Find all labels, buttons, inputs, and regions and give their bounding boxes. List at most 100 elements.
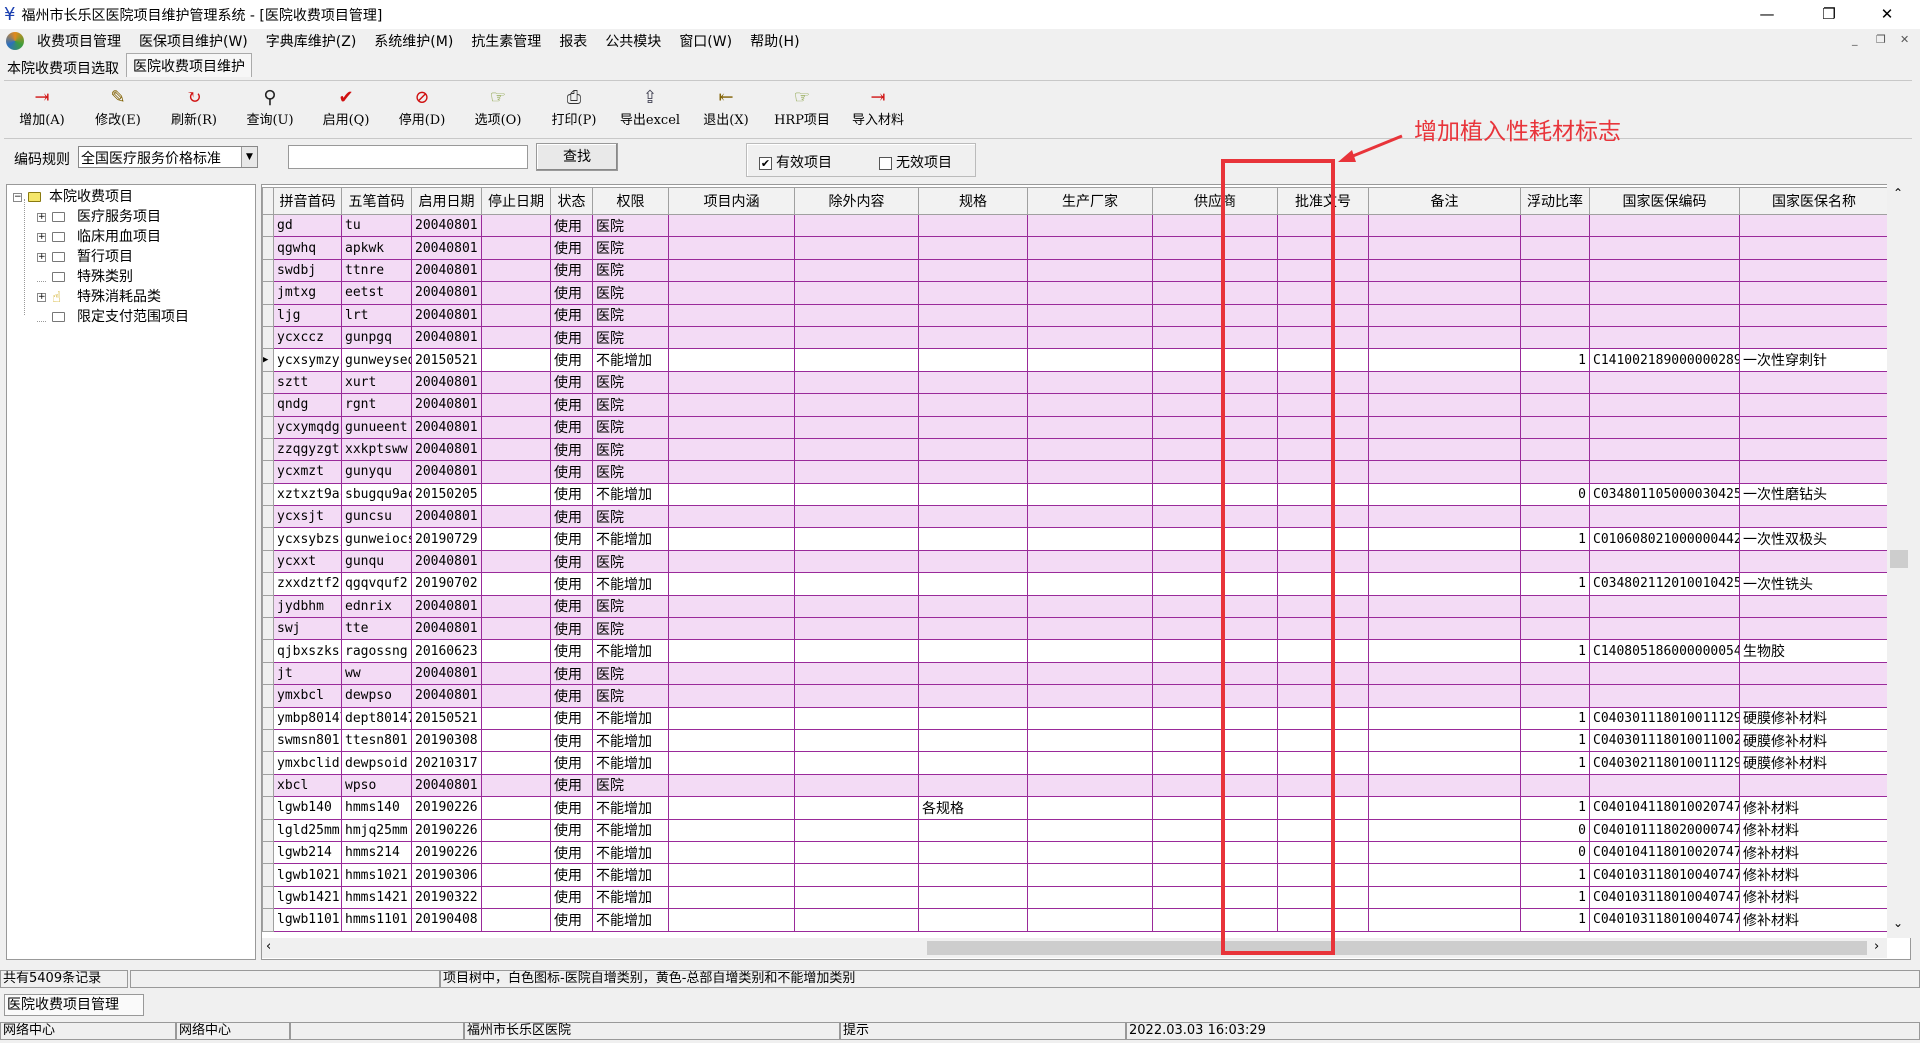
cell-5[interactable]: 不能增加 [592,482,669,507]
tree-node[interactable]: + 临床用血项目 [37,227,161,247]
cell-9[interactable] [1027,549,1153,574]
cell-8[interactable] [918,549,1028,574]
cell-8[interactable] [918,527,1028,551]
cell-0[interactable]: ymxbclid [273,751,342,775]
table-row[interactable]: ycxymqdg gunueent 20040801 使用 医院 [262,415,1889,439]
cell-6[interactable] [668,415,795,439]
toolbar-button-8[interactable]: ⇪ 导出excel [612,81,688,134]
cell-12[interactable] [1368,639,1521,663]
cell-1[interactable]: tte [341,617,412,641]
cell-4[interactable]: 使用 [550,728,593,753]
cell-7[interactable] [794,281,919,305]
cell-12[interactable] [1368,460,1521,484]
cell-15[interactable]: 修补材料 [1739,818,1889,842]
cell-15[interactable]: 一次性磨钻头 [1739,482,1889,507]
cell-4[interactable]: 使用 [550,572,593,596]
cell-7[interactable] [794,661,919,686]
cell-15[interactable] [1739,773,1889,798]
table-row[interactable]: jt ww 20040801 使用 医院 [262,661,1889,686]
cell-1[interactable]: hmms1101 [341,908,412,932]
toolbar-button-0[interactable]: ⇥ 增加(A) [4,81,80,134]
cell-3[interactable] [481,415,551,439]
cell-7[interactable] [794,527,919,551]
cell-13[interactable] [1520,437,1590,462]
cell-1[interactable]: gunpgq [341,325,412,350]
cell-13[interactable] [1520,415,1590,439]
cell-2[interactable]: 20040801 [411,505,482,529]
cell-14[interactable]: C04010111802000074790 [1589,818,1740,842]
cell-8[interactable] [918,415,1028,439]
cell-6[interactable] [668,639,795,663]
cell-12[interactable] [1368,684,1521,708]
cell-13[interactable] [1520,213,1590,238]
cell-8[interactable] [918,617,1028,641]
cell-0[interactable]: sztt [273,370,342,395]
cell-1[interactable]: ragossng [341,639,412,663]
horizontal-scrollbar[interactable]: ‹ › [262,938,1887,958]
row-header[interactable] [262,258,274,283]
cell-12[interactable] [1368,706,1521,730]
cell-8[interactable] [918,684,1028,708]
table-row[interactable]: ycxsjt guncsu 20040801 使用 医院 [262,505,1889,529]
cell-8[interactable] [918,505,1028,529]
table-row[interactable]: ycxmzt gunyqu 20040801 使用 医院 [262,460,1889,484]
cell-9[interactable] [1027,236,1153,260]
table-row[interactable]: lgwb214 hmms214 20190226 使用 不能增加 0 C0401041180… [262,840,1889,865]
cell-14[interactable]: C04010311801004074790 [1589,908,1740,932]
cell-9[interactable] [1027,213,1153,238]
cell-9[interactable] [1027,728,1153,753]
cell-9[interactable] [1027,460,1153,484]
cell-9[interactable] [1027,437,1153,462]
cell-2[interactable]: 20190322 [411,885,482,910]
cell-14[interactable] [1589,549,1740,574]
cell-2[interactable]: 20190226 [411,818,482,842]
cell-8[interactable] [918,885,1028,910]
cell-15[interactable] [1739,236,1889,260]
cell-9[interactable] [1027,258,1153,283]
cell-2[interactable]: 20040801 [411,594,482,619]
cell-7[interactable] [794,236,919,260]
cell-0[interactable]: ycxsybzsj [273,527,342,551]
cell-14[interactable] [1589,505,1740,529]
cell-3[interactable] [481,527,551,551]
row-header[interactable] [262,572,274,596]
table-row[interactable]: ljg lrt 20040801 使用 医院 [262,303,1889,327]
cell-6[interactable] [668,393,795,417]
cell-12[interactable] [1368,325,1521,350]
cell-9[interactable] [1027,684,1153,708]
cell-14[interactable]: C04010311801004074790 [1589,885,1740,910]
cell-5[interactable]: 医院 [592,236,669,260]
cell-1[interactable]: guncsu [341,505,412,529]
cell-6[interactable] [668,818,795,842]
cell-0[interactable]: swdbj [273,258,342,283]
mdi-restore-icon[interactable]: ❐ [1876,33,1886,46]
cell-9[interactable] [1027,796,1153,820]
cell-2[interactable]: 20040801 [411,281,482,305]
cell-13[interactable] [1520,684,1590,708]
column-header[interactable]: 国家医保编码 [1589,187,1740,215]
cell-4[interactable]: 使用 [550,594,593,619]
cell-15[interactable] [1739,393,1889,417]
cell-6[interactable] [668,885,795,910]
cell-7[interactable] [794,258,919,283]
cell-0[interactable]: lgwb140 [273,796,342,820]
cell-3[interactable] [481,885,551,910]
cell-15[interactable] [1739,415,1889,439]
cell-8[interactable] [918,773,1028,798]
table-row[interactable]: ycxccz gunpgq 20040801 使用 医院 [262,325,1889,350]
cell-13[interactable]: 1 [1520,796,1590,820]
cell-6[interactable] [668,863,795,887]
cell-8[interactable] [918,236,1028,260]
table-row[interactable]: lgld25mm hmjq25mm 20190226 使用 不能增加 0 C04010111… [262,818,1889,842]
cell-4[interactable]: 使用 [550,617,593,641]
cell-7[interactable] [794,773,919,798]
cell-15[interactable]: 一次性铣头 [1739,572,1889,596]
cell-6[interactable] [668,572,795,596]
table-row[interactable]: ymbp80147 dept80147 20150521 使用 不能增加 1 C040301… [262,706,1889,730]
cell-3[interactable] [481,684,551,708]
cell-1[interactable]: eetst [341,281,412,305]
window-tab[interactable]: 医院收费项目管理 [4,994,144,1016]
cell-4[interactable]: 使用 [550,415,593,439]
cell-2[interactable]: 20040801 [411,213,482,238]
cell-1[interactable]: gunueent [341,415,412,439]
